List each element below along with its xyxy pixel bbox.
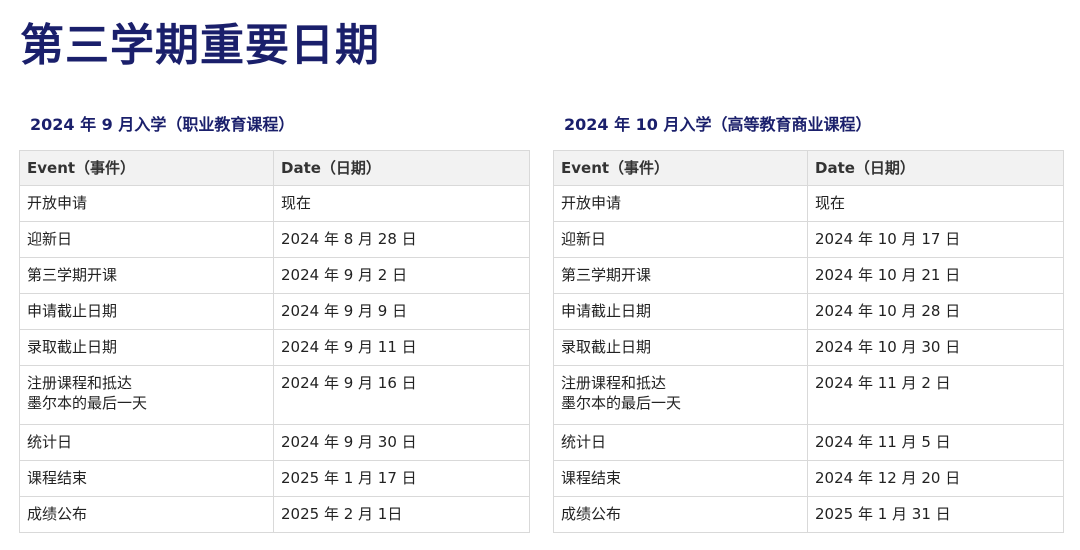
date-cell: 2024 年 10 月 30 日 [807,329,1064,366]
event-cell: 录取截止日期 [553,329,808,366]
date-cell: 2024 年 9 月 11 日 [273,329,530,366]
date-cell: 2024 年 9 月 30 日 [273,424,530,461]
intake-section-october: 2024 年 10 月入学（高等教育商业课程） Event（事件） Date（日… [553,112,1064,533]
date-cell: 2024 年 9 月 2 日 [273,257,530,294]
event-cell: 第三学期开课 [553,257,808,294]
date-cell: 现在 [807,185,1064,222]
table-row: 迎新日 2024 年 8 月 28 日 [19,221,530,258]
table-row: 成绩公布 2025 年 1 月 31 日 [553,496,1064,533]
date-cell: 2024 年 11 月 5 日 [807,424,1064,461]
event-cell: 录取截止日期 [19,329,274,366]
column-header-event: Event（事件） [19,150,274,186]
date-cell: 2024 年 9 月 9 日 [273,293,530,330]
date-cell: 2025 年 1 月 31 日 [807,496,1064,533]
table-row: 第三学期开课 2024 年 9 月 2 日 [19,257,530,294]
event-cell: 申请截止日期 [553,293,808,330]
key-dates-table: Event（事件） Date（日期） 开放申请 现在 迎新日 2024 年 10… [553,150,1064,533]
date-cell: 2025 年 1 月 17 日 [273,460,530,497]
table-row: 注册课程和抵达 墨尔本的最后一天 2024 年 9 月 16 日 [19,365,530,425]
event-cell: 成绩公布 [553,496,808,533]
date-cell: 2024 年 12 月 20 日 [807,460,1064,497]
table-row: 成绩公布 2025 年 2 月 1日 [19,496,530,533]
table-row: 课程结束 2025 年 1 月 17 日 [19,460,530,497]
event-cell: 统计日 [553,424,808,461]
event-cell: 迎新日 [553,221,808,258]
table-row: 统计日 2024 年 11 月 5 日 [553,424,1064,461]
date-cell: 现在 [273,185,530,222]
table-row: 统计日 2024 年 9 月 30 日 [19,424,530,461]
event-cell: 迎新日 [19,221,274,258]
date-cell: 2024 年 9 月 16 日 [273,365,530,425]
table-row: 录取截止日期 2024 年 9 月 11 日 [19,329,530,366]
table-row: 注册课程和抵达 墨尔本的最后一天 2024 年 11 月 2 日 [553,365,1064,425]
date-cell: 2024 年 11 月 2 日 [807,365,1064,425]
section-heading: 2024 年 10 月入学（高等教育商业课程） [564,115,872,134]
date-cell: 2024 年 10 月 28 日 [807,293,1064,330]
event-cell: 开放申请 [19,185,274,222]
event-cell: 课程结束 [553,460,808,497]
event-cell: 注册课程和抵达 墨尔本的最后一天 [553,365,808,425]
intake-section-september: 2024 年 9 月入学（职业教育课程） Event（事件） Date（日期） … [19,112,530,533]
date-cell: 2024 年 8 月 28 日 [273,221,530,258]
event-cell: 第三学期开课 [19,257,274,294]
table-row: 课程结束 2024 年 12 月 20 日 [553,460,1064,497]
event-cell: 统计日 [19,424,274,461]
column-header-event: Event（事件） [553,150,808,186]
table-row: 开放申请 现在 [19,185,530,222]
page-title: 第三学期重要日期 [20,20,380,71]
date-cell: 2025 年 2 月 1日 [273,496,530,533]
date-cell: 2024 年 10 月 17 日 [807,221,1064,258]
event-cell: 申请截止日期 [19,293,274,330]
column-header-date: Date（日期） [273,150,530,186]
table-row: 申请截止日期 2024 年 9 月 9 日 [19,293,530,330]
column-header-date: Date（日期） [807,150,1064,186]
table-row: 迎新日 2024 年 10 月 17 日 [553,221,1064,258]
event-cell: 开放申请 [553,185,808,222]
table-header-row: Event（事件） Date（日期） [553,150,1064,186]
event-cell: 课程结束 [19,460,274,497]
table-row: 开放申请 现在 [553,185,1064,222]
table-row: 录取截止日期 2024 年 10 月 30 日 [553,329,1064,366]
section-heading: 2024 年 9 月入学（职业教育课程） [30,115,295,134]
table-header-row: Event（事件） Date（日期） [19,150,530,186]
table-row: 第三学期开课 2024 年 10 月 21 日 [553,257,1064,294]
key-dates-table: Event（事件） Date（日期） 开放申请 现在 迎新日 2024 年 8 … [19,150,530,533]
table-row: 申请截止日期 2024 年 10 月 28 日 [553,293,1064,330]
event-cell: 成绩公布 [19,496,274,533]
date-cell: 2024 年 10 月 21 日 [807,257,1064,294]
event-cell: 注册课程和抵达 墨尔本的最后一天 [19,365,274,425]
